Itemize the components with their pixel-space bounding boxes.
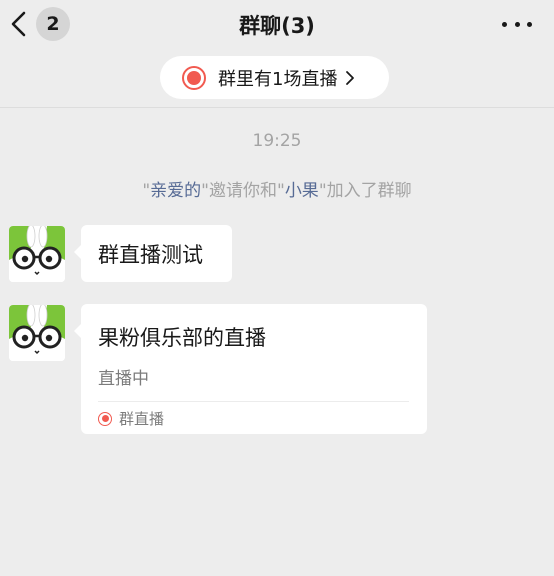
live-banner-area: 群里有1场直播 [0, 52, 554, 108]
live-banner-text: 群里有1场直播 [218, 68, 338, 90]
message-timestamp: 19:25 [252, 131, 302, 151]
system-text: "加入了群聊 [318, 181, 412, 201]
card-title: 果粉俱乐部的直播 [98, 326, 266, 350]
record-icon [98, 411, 112, 426]
page-title: 群聊(3) [239, 14, 315, 38]
bunny-avatar [9, 305, 65, 361]
record-icon [182, 65, 206, 90]
card-footer: 群直播 [98, 408, 164, 429]
inviter-name-link[interactable]: 亲爱的 [150, 181, 201, 201]
more-icon-dot [527, 21, 532, 27]
more-icon-dot [514, 21, 520, 27]
card-status: 直播中 [98, 369, 149, 389]
card-source-label: 群直播 [119, 410, 165, 428]
system-message: "亲爱的"邀请你和"小果"加入了群聊 [0, 176, 554, 201]
live-stream-card[interactable]: 果粉俱乐部的直播 直播中 群直播 [74, 304, 427, 434]
nav-bar: 2 群聊(3) [0, 0, 554, 50]
system-text: "邀请你和" [201, 181, 285, 201]
bunny-avatar [9, 226, 65, 282]
more-button[interactable] [502, 14, 532, 34]
group-live-banner[interactable]: 群里有1场直播 [160, 56, 389, 99]
card-divider [98, 401, 409, 402]
more-icon [502, 21, 507, 27]
chat-screen: 2 群聊(3) 群里有1场直播 19:25 "亲爱的"邀请你和"小果"加入了群聊 [0, 0, 554, 576]
invitee-name-link[interactable]: 小果 [285, 181, 319, 201]
system-text: " [142, 181, 151, 201]
sender-avatar[interactable] [9, 305, 65, 361]
message-bubble[interactable]: 群直播测试 [74, 225, 232, 282]
chevron-right-icon [346, 70, 355, 85]
sender-avatar[interactable] [9, 226, 65, 282]
message-text: 群直播测试 [98, 242, 203, 267]
